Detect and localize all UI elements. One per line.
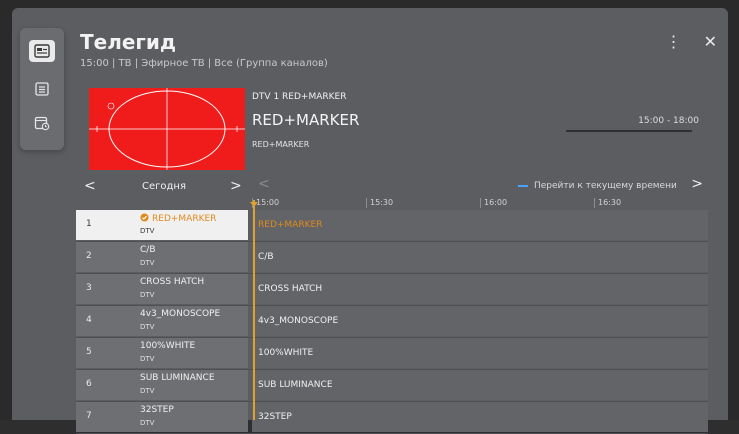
time-tick: 15:30 — [366, 198, 393, 208]
channel-cell[interactable]: 4 4v3_MONOSCOPE DTV — [76, 306, 248, 336]
goto-now-button[interactable]: Перейти к текущему времени — [518, 181, 677, 191]
channel-cell[interactable]: 2 C/B DTV — [76, 242, 248, 272]
program-title: RED+MARKER — [258, 220, 323, 230]
channel-name-text: RED+MARKER — [152, 214, 217, 224]
channel-row[interactable]: 5 100%WHITE DTV 100%WHITE — [76, 338, 708, 370]
channel-preview — [89, 88, 245, 170]
channel-type: DTV — [140, 259, 155, 267]
channel-row[interactable]: 1 RED+MARKER DTV RED+MARKER — [76, 210, 708, 242]
test-pattern-image — [89, 88, 245, 170]
more-vertical-icon[interactable]: ⋮ — [666, 34, 682, 50]
channel-number: 1 — [86, 219, 92, 229]
channel-type: DTV — [140, 323, 155, 331]
channel-number: 2 — [86, 251, 92, 261]
channel-number: 5 — [86, 347, 92, 357]
program-cell[interactable]: CROSS HATCH — [252, 274, 708, 304]
channel-number: 3 — [86, 283, 92, 293]
close-icon[interactable]: ✕ — [704, 34, 717, 50]
channel-cell[interactable]: 3 CROSS HATCH DTV — [76, 274, 248, 304]
program-title: 100%WHITE — [258, 348, 314, 358]
channel-name: SUB LUMINANCE — [140, 373, 215, 383]
goto-now-marker-icon — [518, 185, 528, 187]
page-subtitle: 15:00 | ТВ | Эфирное ТВ | Все (Группа ка… — [80, 58, 328, 69]
channel-cell[interactable]: 5 100%WHITE DTV — [76, 338, 248, 368]
channel-row[interactable]: 2 C/B DTV C/B — [76, 242, 708, 274]
page-title: Телегид — [80, 30, 177, 54]
program-title: 32STEP — [258, 412, 292, 422]
current-program-title: RED+MARKER — [252, 111, 360, 129]
channel-name: 32STEP — [140, 405, 174, 415]
channel-name: 4v3_MONOSCOPE — [140, 309, 221, 319]
calendar-clock-icon — [34, 116, 50, 131]
prev-day-button[interactable]: < — [84, 178, 96, 194]
program-cell[interactable]: SUB LUMINANCE — [252, 370, 708, 400]
current-channel-line: DTV 1 RED+MARKER — [252, 92, 347, 102]
program-cell[interactable]: RED+MARKER — [252, 210, 708, 240]
next-day-button[interactable]: > — [230, 178, 242, 194]
channel-type: DTV — [140, 355, 155, 363]
program-title: 4v3_MONOSCOPE — [258, 316, 339, 326]
program-progress-bar — [566, 130, 692, 132]
channel-name: CROSS HATCH — [140, 277, 205, 287]
channel-cell[interactable]: 7 32STEP DTV — [76, 402, 248, 432]
timeline-prev-button[interactable]: < — [258, 176, 270, 192]
channel-cell[interactable]: 6 SUB LUMINANCE DTV — [76, 370, 248, 400]
check-circle-icon — [140, 213, 149, 222]
channel-type: DTV — [140, 387, 155, 395]
program-title: C/B — [258, 252, 274, 262]
channel-cell[interactable]: 1 RED+MARKER DTV — [76, 210, 248, 240]
timeline-ticks: 15:00 15:30 16:00 16:30 — [252, 198, 708, 210]
channel-number: 4 — [86, 315, 92, 325]
channel-type: DTV — [140, 291, 155, 299]
channel-name: RED+MARKER — [140, 213, 216, 224]
current-program-time: 15:00 - 18:00 — [638, 116, 699, 126]
time-tick: 16:30 — [594, 198, 621, 208]
channel-name: C/B — [140, 245, 156, 255]
left-sidebar — [20, 28, 64, 150]
top-actions: ⋮ ✕ — [666, 34, 717, 50]
program-cell[interactable]: C/B — [252, 242, 708, 272]
guide-grid-icon — [34, 44, 50, 58]
program-cell[interactable]: 32STEP — [252, 402, 708, 432]
tv-guide-screen: Телегид 15:00 | ТВ | Эфирное ТВ | Все (Г… — [0, 0, 739, 434]
channel-list: 1 RED+MARKER DTV RED+MARKER 2 C/B DTV C/… — [76, 210, 708, 434]
timeline-next-button[interactable]: > — [691, 176, 703, 192]
list-view-button[interactable] — [29, 78, 55, 100]
date-label: Сегодня — [142, 181, 186, 192]
channel-name: 100%WHITE — [140, 341, 196, 351]
channel-number: 6 — [86, 379, 92, 389]
current-program-description: RED+MARKER — [252, 140, 310, 149]
program-cell[interactable]: 100%WHITE — [252, 338, 708, 368]
list-icon — [35, 82, 49, 96]
channel-type: DTV — [140, 419, 155, 427]
program-title: CROSS HATCH — [258, 284, 323, 294]
time-tick: 16:00 — [480, 198, 507, 208]
current-time-line — [253, 200, 255, 420]
channel-row[interactable]: 4 4v3_MONOSCOPE DTV 4v3_MONOSCOPE — [76, 306, 708, 338]
date-navigator: < Сегодня > — [80, 178, 248, 196]
channel-row[interactable]: 7 32STEP DTV 32STEP — [76, 402, 708, 434]
channel-row[interactable]: 6 SUB LUMINANCE DTV SUB LUMINANCE — [76, 370, 708, 402]
program-title: SUB LUMINANCE — [258, 380, 333, 390]
guide-view-button[interactable] — [29, 40, 55, 62]
schedule-button[interactable] — [29, 112, 55, 134]
program-cell[interactable]: 4v3_MONOSCOPE — [252, 306, 708, 336]
goto-now-label: Перейти к текущему времени — [534, 181, 677, 191]
channel-type: DTV — [140, 227, 155, 235]
channel-row[interactable]: 3 CROSS HATCH DTV CROSS HATCH — [76, 274, 708, 306]
